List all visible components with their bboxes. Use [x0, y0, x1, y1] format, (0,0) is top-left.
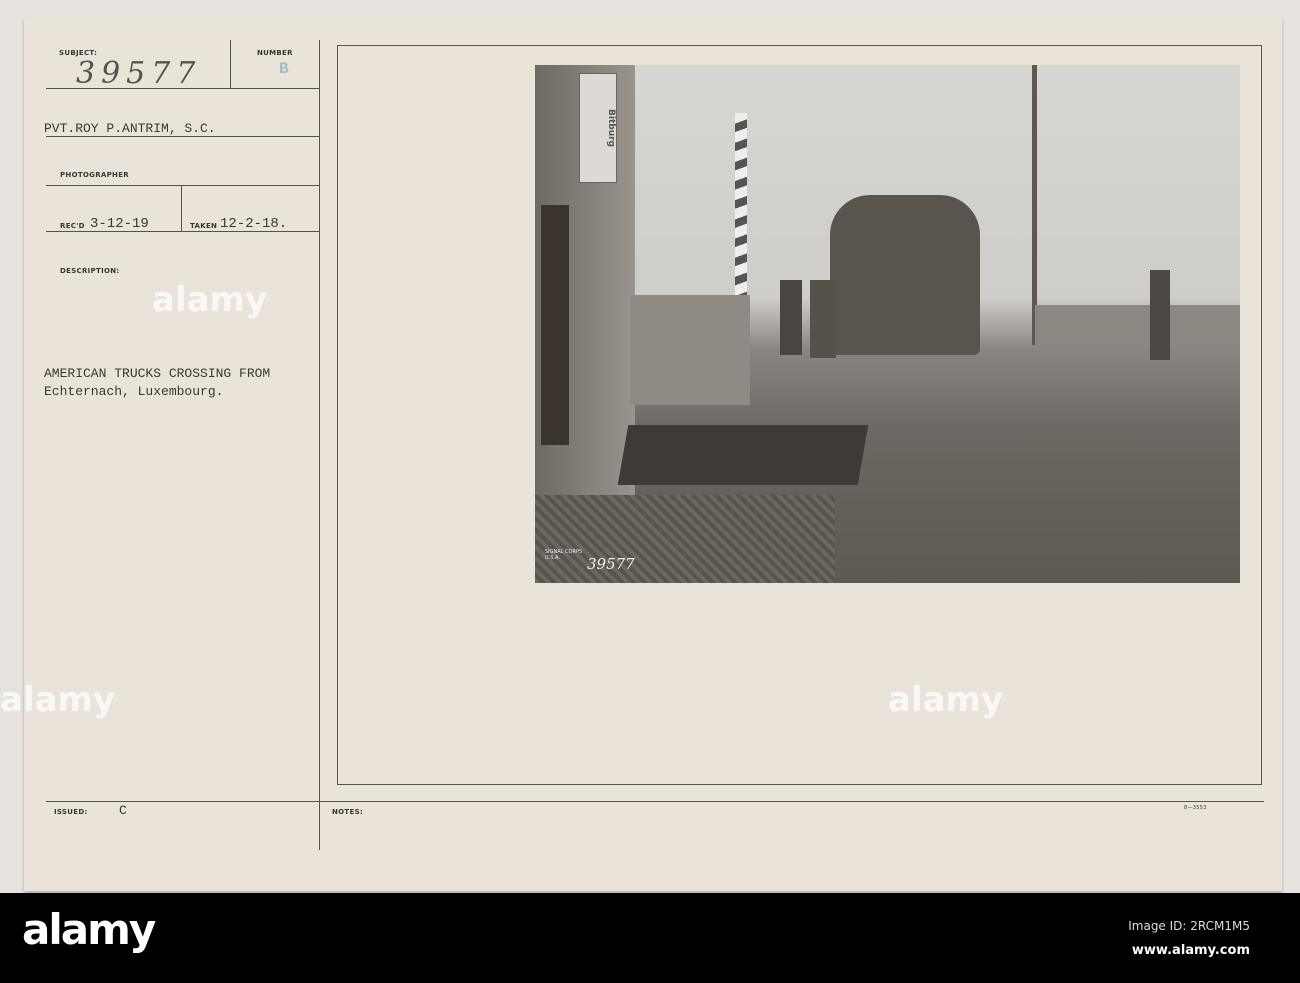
alamy-url[interactable]: www.alamy.com: [1132, 943, 1250, 958]
taken-label: TAKEN: [190, 222, 218, 230]
taken-value: 12-2-18.: [220, 216, 288, 232]
description-line2: Echternach, Luxembourg.: [44, 384, 224, 399]
photo-stamp-number: 39577: [587, 555, 635, 573]
divider: [230, 40, 231, 88]
image-id: Image ID: 2RCM1M5: [1128, 919, 1250, 933]
description-label: DESCRIPTION:: [60, 267, 120, 275]
cobblestones: [535, 495, 835, 583]
photographer-name: PVT.ROY P.ANTRIM, S.C.: [44, 121, 216, 136]
telegraph-pole: [1032, 65, 1037, 345]
watermark: alamy: [888, 680, 1004, 720]
bridge-parapet: [1035, 305, 1240, 350]
alamy-logo: alamy: [22, 905, 156, 954]
divider: [46, 185, 319, 186]
subject-value: 39577: [76, 56, 202, 91]
divider: [181, 185, 182, 231]
soldier: [810, 280, 836, 358]
archival-record-card: SUBJECT: 39577 NUMBER B PVT.ROY P.ANTRIM…: [24, 18, 1282, 891]
photograph: Bitburg 39577 SIGNAL CORPS U.S.A.: [535, 65, 1240, 583]
soldier: [780, 280, 802, 355]
divider: [46, 801, 1264, 802]
divider: [46, 231, 319, 232]
bridge-wall: [630, 295, 750, 405]
divider: [46, 136, 319, 137]
curb-stones: [617, 425, 869, 485]
watermark: alamy: [152, 280, 268, 320]
divider: [46, 88, 319, 89]
description-line1: AMERICAN TRUCKS CROSSING FROM: [44, 366, 271, 381]
signal-corps-stamp: SIGNAL CORPS U.S.A.: [545, 549, 583, 561]
alamy-footer: alamy Image ID: 2RCM1M5 www.alamy.com: [0, 893, 1300, 983]
issued-value: C: [119, 803, 127, 818]
form-code: 8—3553: [1184, 805, 1207, 811]
number-value: B: [279, 60, 289, 78]
watermark: alamy: [0, 680, 116, 720]
issued-label: ISSUED:: [54, 808, 88, 816]
recd-label: REC'D: [60, 222, 85, 230]
divider: [319, 40, 320, 850]
street-sign: Bitburg: [579, 73, 617, 183]
recd-value: 3-12-19: [90, 216, 149, 232]
window-shutter: [541, 205, 569, 445]
notes-label: NOTES:: [332, 808, 364, 816]
army-truck: [830, 195, 980, 355]
civilian: [1150, 270, 1170, 360]
number-label: NUMBER: [257, 49, 293, 57]
photographer-label: PHOTOGRAPHER: [60, 171, 129, 179]
